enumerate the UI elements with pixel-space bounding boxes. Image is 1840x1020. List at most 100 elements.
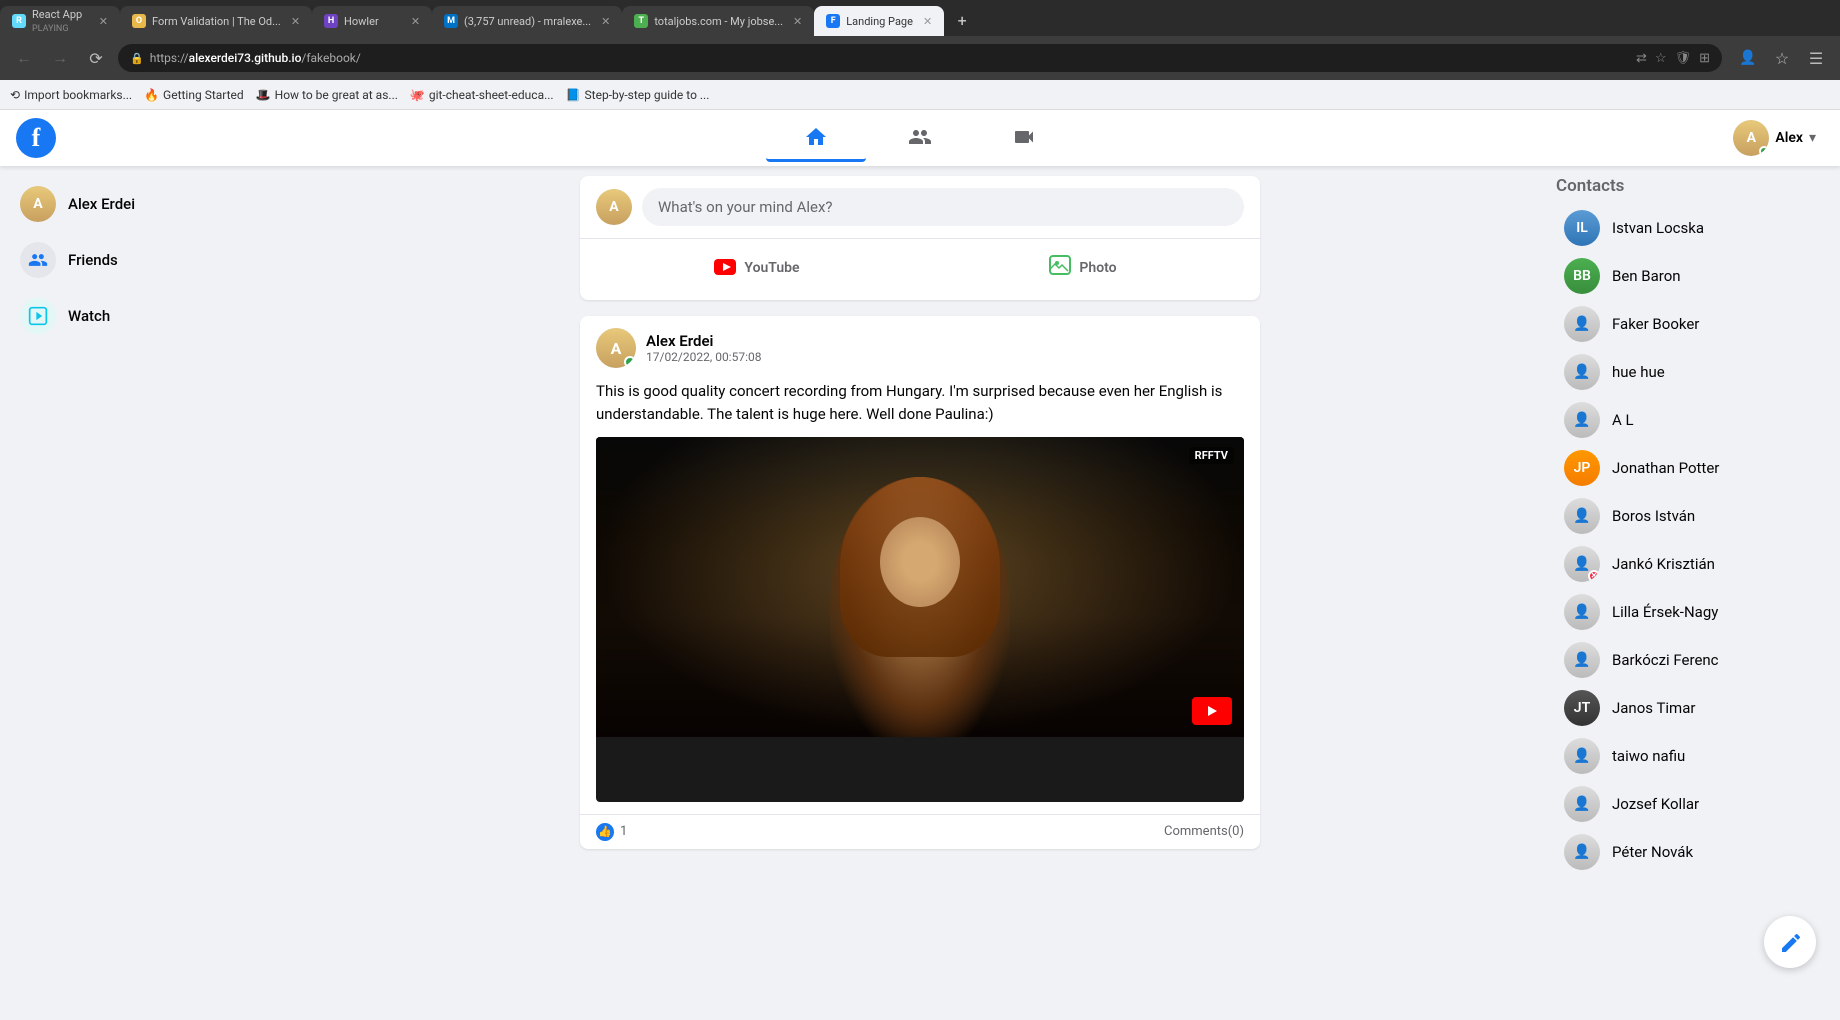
tab-close-icon[interactable]: ✕ xyxy=(923,15,932,28)
bookmark-stepbystep[interactable]: 📘 Step-by-step guide to ... xyxy=(566,88,710,102)
contact-item[interactable]: 👤 Péter Novák xyxy=(1556,828,1824,876)
contact-name: Jonathan Potter xyxy=(1612,459,1719,477)
post-action-buttons: Comments(0) xyxy=(1164,824,1244,839)
tab-title: (3,757 unread) - mralexe... xyxy=(464,15,591,28)
tab-title: totaljobs.com - My jobse... xyxy=(654,15,783,28)
create-post-input[interactable]: What's on your mind Alex? xyxy=(642,188,1244,226)
tab-close-icon[interactable]: ✕ xyxy=(291,15,300,28)
back-button[interactable]: ← xyxy=(10,44,38,72)
contact-avatar: 👤 xyxy=(1564,498,1600,534)
home-icon xyxy=(804,125,828,149)
comments-label[interactable]: Comments(0) xyxy=(1164,824,1244,839)
contact-name: hue hue xyxy=(1612,363,1665,381)
bookmark-git[interactable]: 🐙 git-cheat-sheet-educa... xyxy=(410,88,554,102)
contact-item[interactable]: 👤 hue hue xyxy=(1556,348,1824,396)
contact-item[interactable]: BB Ben Baron xyxy=(1556,252,1824,300)
tab-favicon: R xyxy=(12,14,26,28)
address-bar[interactable]: 🔒 https://alexerdei73.github.io/fakebook… xyxy=(118,44,1722,72)
tab-totaljobs[interactable]: T totaljobs.com - My jobse... ✕ xyxy=(622,6,814,36)
contact-item[interactable]: 👤 Faker Booker xyxy=(1556,300,1824,348)
user-menu-button[interactable]: A Alex ▾ xyxy=(1725,116,1824,160)
fb-logo[interactable]: f xyxy=(16,118,56,158)
tab-close-icon[interactable]: ✕ xyxy=(411,15,420,28)
sidebar-item-friends[interactable]: Friends xyxy=(8,232,292,288)
new-tab-button[interactable]: + xyxy=(948,6,976,34)
contact-avatar: 👤 xyxy=(1564,834,1600,870)
nav-home[interactable] xyxy=(766,114,866,162)
contact-name: Faker Booker xyxy=(1612,315,1699,333)
post-video-thumbnail[interactable]: RFFTV xyxy=(596,437,1244,802)
create-post-avatar: A xyxy=(596,189,632,225)
contact-name: Jankó Krisztián xyxy=(1612,555,1715,573)
contact-item[interactable]: JT Janos Timar xyxy=(1556,684,1824,732)
tab-close-icon[interactable]: ✕ xyxy=(99,15,108,28)
translate-icon[interactable]: ⇄ xyxy=(1636,51,1647,66)
contact-avatar: 👤 ✕ xyxy=(1564,546,1600,582)
fb-header-center xyxy=(766,114,1074,162)
contact-item[interactable]: 👤 Jozsef Kollar xyxy=(1556,780,1824,828)
bookmark-star-icon[interactable]: ☆ xyxy=(1768,44,1796,72)
bookmark-label: Import bookmarks... xyxy=(24,88,132,102)
tab-email[interactable]: M (3,757 unread) - mralexe... ✕ xyxy=(432,6,622,36)
contact-name: Barkóczi Ferenc xyxy=(1612,651,1719,669)
contact-name: Janos Timar xyxy=(1612,699,1695,717)
user-profile-icon[interactable]: 👤 xyxy=(1734,44,1762,72)
tab-form-validation[interactable]: O Form Validation | The Od... ✕ xyxy=(120,6,312,36)
sidebar-watch-label: Watch xyxy=(68,307,110,325)
contact-item[interactable]: 👤 ✕ Jankó Krisztián xyxy=(1556,540,1824,588)
photo-action-label: Photo xyxy=(1079,260,1116,276)
lock-icon: 🔒 xyxy=(130,52,144,65)
create-post-top: A What's on your mind Alex? xyxy=(596,188,1244,226)
sidebar-friends-icon-wrap xyxy=(20,242,56,278)
extensions-icon[interactable]: ⊞ xyxy=(1699,51,1710,66)
tab-react-app[interactable]: R React AppPLAYING ✕ xyxy=(0,6,120,36)
tab-close-icon[interactable]: ✕ xyxy=(601,15,610,28)
nav-friends[interactable] xyxy=(870,114,970,162)
contact-item[interactable]: IL Istvan Locska xyxy=(1556,204,1824,252)
tab-title-active: Landing Page xyxy=(846,15,913,28)
bookmark-import[interactable]: ⟲ Import bookmarks... xyxy=(10,88,132,102)
nav-watch[interactable] xyxy=(974,114,1074,162)
contact-name: taiwo nafiu xyxy=(1612,747,1685,765)
contact-name: Péter Novák xyxy=(1612,843,1693,861)
sidebar-item-alex[interactable]: A Alex Erdei xyxy=(8,176,292,232)
tab-close-icon[interactable]: ✕ xyxy=(793,15,802,28)
forward-button[interactable]: → xyxy=(46,44,74,72)
create-post-youtube[interactable]: YouTube xyxy=(596,247,918,288)
shield-icon[interactable]: 🛡 xyxy=(1675,51,1692,66)
online-indicator xyxy=(624,356,636,368)
contact-avatar: 👤 xyxy=(1564,402,1600,438)
refresh-button[interactable]: ⟳ xyxy=(82,44,110,72)
tab-favicon: F xyxy=(826,14,840,28)
sidebar-user-avatar: A xyxy=(20,186,56,222)
sidebar-watch-icon-wrap xyxy=(20,298,56,334)
tab-howler[interactable]: H Howler ✕ xyxy=(312,6,432,36)
contact-item[interactable]: 👤 A L xyxy=(1556,396,1824,444)
bookmark-label: How to be great at as... xyxy=(275,88,398,102)
bookmark-favicon: 🎩 xyxy=(256,88,271,102)
fb-header: f A xyxy=(0,110,1840,166)
menu-icon[interactable]: ☰ xyxy=(1802,44,1830,72)
contact-avatar: 👤 xyxy=(1564,738,1600,774)
sidebar-user-name: Alex Erdei xyxy=(68,195,135,213)
star-icon[interactable]: ☆ xyxy=(1655,51,1667,66)
bookmark-getting-started[interactable]: 🔥 Getting Started xyxy=(144,88,244,102)
contact-item[interactable]: JP Jonathan Potter xyxy=(1556,444,1824,492)
create-post-photo[interactable]: Photo xyxy=(922,247,1244,288)
contact-avatar: 👤 xyxy=(1564,354,1600,390)
contact-name: Boros István xyxy=(1612,507,1695,525)
bookmark-how-to[interactable]: 🎩 How to be great at as... xyxy=(256,88,398,102)
post-header: A Alex Erdei 17/02/2022, 00:57:08 xyxy=(580,316,1260,380)
sidebar-item-watch[interactable]: Watch xyxy=(8,288,292,344)
compose-message-button[interactable] xyxy=(1764,916,1816,968)
fb-logo-letter: f xyxy=(32,125,41,151)
contact-item[interactable]: 👤 Boros István xyxy=(1556,492,1824,540)
contact-item[interactable]: 👤 Lilla Érsek-Nagy xyxy=(1556,588,1824,636)
contact-avatar: JP xyxy=(1564,450,1600,486)
tab-landing-page[interactable]: F Landing Page ✕ xyxy=(814,6,944,36)
video-play-button[interactable] xyxy=(1192,697,1232,725)
tab-favicon: O xyxy=(132,14,146,28)
post-avatar: A xyxy=(596,328,636,368)
contact-item[interactable]: 👤 Barkóczi Ferenc xyxy=(1556,636,1824,684)
contact-item[interactable]: 👤 taiwo nafiu xyxy=(1556,732,1824,780)
